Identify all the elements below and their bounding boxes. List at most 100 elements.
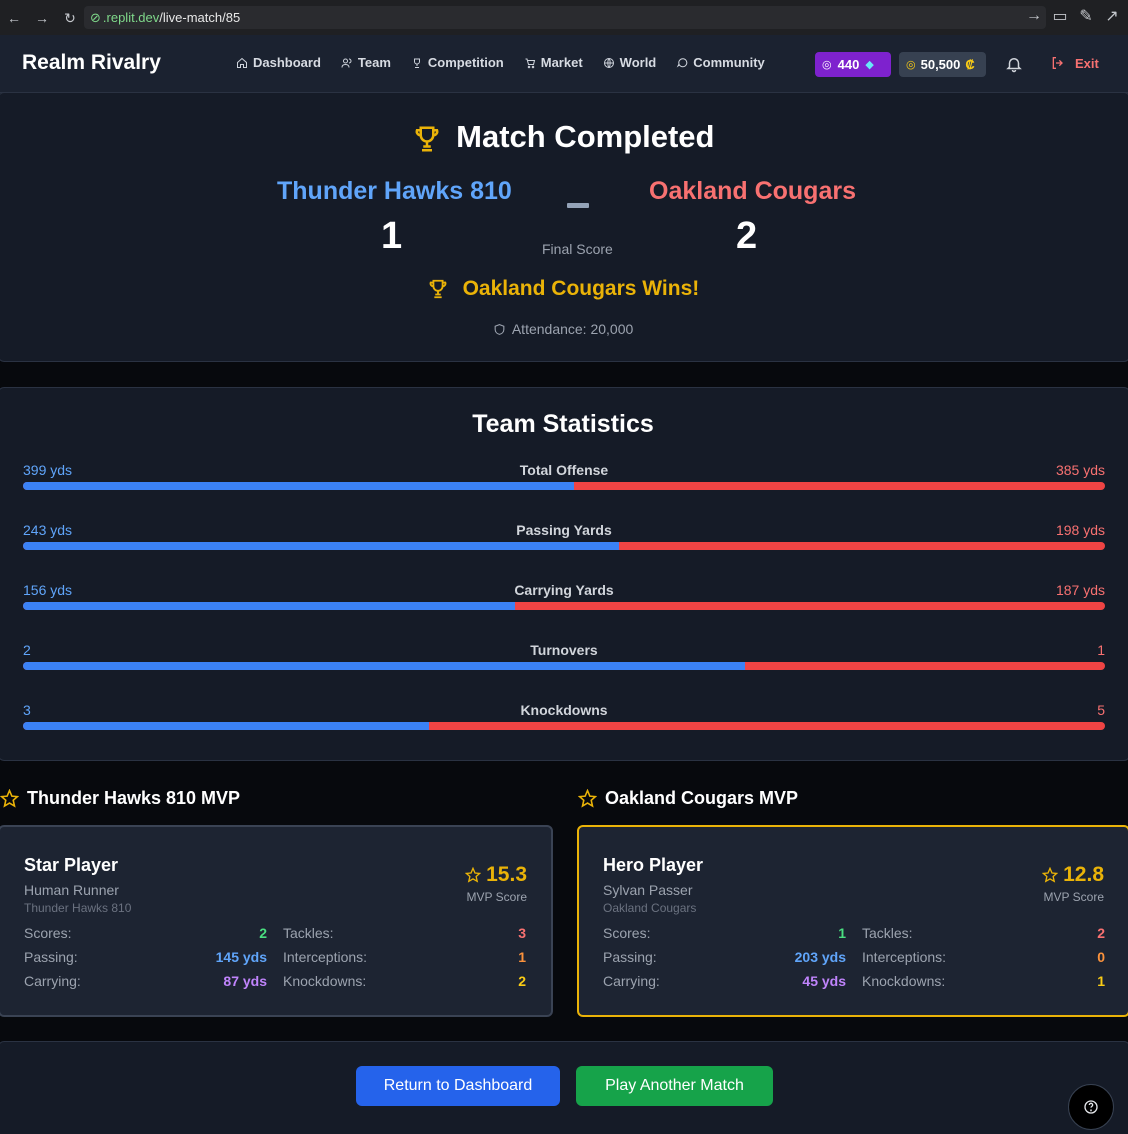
- stat-row-total-offense: 399 yds Total Offense 385 yds: [23, 462, 1105, 496]
- back-icon[interactable]: ←: [4, 8, 24, 28]
- home-score: 1: [381, 215, 403, 257]
- stat-row-turnovers: 2 Turnovers 1: [23, 642, 1105, 676]
- stat-label: Carrying:: [24, 973, 81, 989]
- nav-label: Competition: [427, 55, 504, 70]
- globe-icon: [603, 57, 614, 68]
- away-stat-value: 385 yds: [1055, 462, 1105, 478]
- home-mvp-heading: Thunder Hawks 810 MVP: [0, 788, 240, 809]
- stat-label: Interceptions:: [862, 949, 947, 965]
- external-link-icon[interactable]: ↗: [1104, 8, 1120, 25]
- star-icon: [0, 789, 19, 808]
- stat-scores: Scores: 2: [24, 925, 267, 941]
- team-statistics-card: Team Statistics 399 yds Total Offense 38…: [0, 387, 1128, 761]
- nav-team[interactable]: Team: [341, 55, 391, 70]
- nav-market[interactable]: Market: [524, 55, 583, 70]
- coin-symbol: ₡: [965, 57, 975, 72]
- stat-interceptions: Interceptions: 0: [862, 949, 1105, 965]
- final-score-label: Final Score: [542, 241, 613, 257]
- player-team: Oakland Cougars: [603, 901, 697, 915]
- arrow-icon[interactable]: →: [1026, 7, 1042, 24]
- url-path: /live-match/85: [159, 10, 241, 25]
- stat-bar-home-fill: [23, 482, 574, 490]
- wrench-icon[interactable]: ✎: [1078, 8, 1094, 25]
- winner-banner: Oakland Cougars Wins!: [0, 277, 1127, 301]
- url-host: .replit.dev: [102, 10, 160, 25]
- star-icon: [578, 789, 597, 808]
- stats-title: Team Statistics: [472, 410, 654, 438]
- chat-icon: [676, 57, 688, 67]
- exit-button[interactable]: Exit: [1050, 55, 1099, 71]
- gems-count: 440: [837, 57, 860, 72]
- coins-badge[interactable]: ◎ 50,500 ₡: [899, 52, 986, 77]
- stat-row-carrying-yards: 156 yds Carrying Yards 187 yds: [23, 582, 1105, 616]
- bell-icon[interactable]: [1005, 55, 1023, 73]
- address-bar[interactable]: ⊘ .replit.dev /live-match/85: [84, 6, 1046, 29]
- nav-dashboard[interactable]: Dashboard: [236, 55, 321, 70]
- winner-text: Oakland Cougars Wins!: [462, 277, 700, 300]
- shield-icon: [494, 324, 505, 335]
- stat-tackles: Tackles: 3: [283, 925, 526, 941]
- stat-label: Interceptions:: [283, 949, 368, 965]
- away-stat-value: 198 yds: [1055, 522, 1105, 538]
- stat-label: Tackles:: [283, 925, 334, 941]
- stat-value: 2: [518, 973, 526, 989]
- away-mvp-card: Hero Player Sylvan Passer Oakland Cougar…: [577, 825, 1128, 1017]
- cart-icon: [525, 58, 535, 68]
- mvp-score-label: MVP Score: [466, 890, 527, 904]
- away-stat-value: 1: [1097, 642, 1105, 658]
- stat-value: 203 yds: [794, 949, 846, 965]
- nav-label: Market: [540, 55, 583, 70]
- star-icon: [465, 867, 482, 883]
- stat-value: 45 yds: [802, 973, 846, 989]
- exit-label: Exit: [1075, 55, 1099, 71]
- stat-passing: Passing: 203 yds: [603, 949, 846, 965]
- stat-label: Knockdowns:: [862, 973, 946, 989]
- stat-passing: Passing: 145 yds: [24, 949, 267, 965]
- play-another-match-button[interactable]: Play Another Match: [576, 1066, 773, 1106]
- stat-value: 1: [1097, 973, 1105, 989]
- stat-value: 2: [1097, 925, 1105, 941]
- stat-label: Carrying Yards: [514, 582, 614, 598]
- forward-icon[interactable]: →: [32, 8, 52, 28]
- main-nav: Dashboard Team Competition Market World …: [236, 55, 765, 70]
- stat-value: 87 yds: [223, 973, 267, 989]
- coins-count: 50,500: [920, 57, 961, 72]
- home-mvp-card: Star Player Human Runner Thunder Hawks 8…: [0, 825, 553, 1017]
- help-button[interactable]: [1068, 1084, 1114, 1130]
- coins-stack-icon: ◎: [822, 59, 832, 71]
- nav-competition[interactable]: Competition: [411, 55, 504, 70]
- stat-scores: Scores: 1: [603, 925, 846, 941]
- stat-value: 145 yds: [215, 949, 267, 965]
- stat-bar: [23, 542, 1105, 550]
- away-stat-value: 5: [1097, 702, 1105, 718]
- nav-label: Community: [693, 55, 765, 70]
- browser-toolbar: ← → ↻ ⊘ .replit.dev /live-match/85 → ▭ ✎…: [0, 0, 1128, 35]
- away-score: 2: [736, 215, 758, 257]
- stat-label: Tackles:: [862, 925, 913, 941]
- stat-row-passing-yards: 243 yds Passing Yards 198 yds: [23, 522, 1105, 556]
- brand-title[interactable]: Realm Rivalry: [22, 51, 161, 75]
- nav-community[interactable]: Community: [676, 55, 765, 70]
- away-mvp-heading: Oakland Cougars MVP: [578, 788, 798, 809]
- stat-bar: [23, 662, 1105, 670]
- stat-bar: [23, 602, 1105, 610]
- stat-value: 1: [838, 925, 846, 941]
- away-mvp-heading-text: Oakland Cougars MVP: [605, 788, 799, 808]
- home-icon: [237, 57, 247, 68]
- monitor-icon[interactable]: ▭: [1052, 8, 1068, 25]
- stat-label: Carrying:: [603, 973, 660, 989]
- users-icon: [341, 58, 352, 68]
- match-title: Match Completed: [0, 119, 1127, 155]
- return-to-dashboard-button[interactable]: Return to Dashboard: [356, 1066, 560, 1106]
- nav-world[interactable]: World: [603, 55, 656, 70]
- stat-interceptions: Interceptions: 1: [283, 949, 526, 965]
- stat-bar-home-fill: [23, 602, 516, 610]
- coins-stack-icon: ◎: [906, 59, 916, 71]
- stat-label: Total Offense: [519, 462, 609, 478]
- stat-carrying: Carrying: 45 yds: [603, 973, 846, 989]
- reload-icon[interactable]: ↻: [60, 8, 80, 28]
- nav-label: Team: [357, 55, 391, 70]
- gems-badge[interactable]: ◎ 440 ◆: [815, 52, 891, 77]
- mvp-score: 15.3: [465, 863, 527, 887]
- stat-label: Turnovers: [530, 642, 598, 658]
